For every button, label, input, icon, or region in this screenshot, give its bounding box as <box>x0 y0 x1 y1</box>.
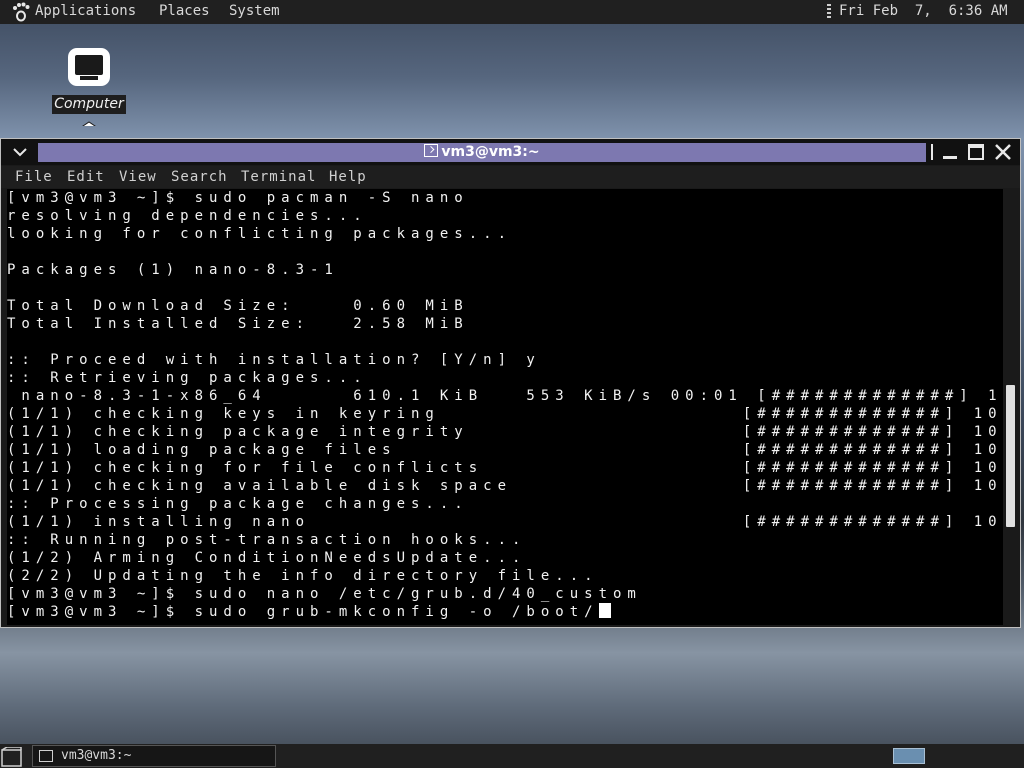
window-menu-chevron-icon[interactable] <box>11 144 29 160</box>
terminal-input-line: [vm3@vm3 ~]$ sudo grub-mkconfig -o /boot… <box>7 604 599 620</box>
terminal-line: :: Running post-transaction hooks... <box>7 532 527 548</box>
places-menu[interactable]: Places <box>159 3 210 19</box>
terminal-line: Total Installed Size: 2.58 MiB <box>7 316 469 332</box>
terminal-line: (1/1) checking available disk space [###… <box>7 478 1003 494</box>
terminal-line: (1/1) loading package files [###########… <box>7 442 1003 458</box>
applications-menu[interactable]: Applications <box>35 3 136 19</box>
panel-handle[interactable] <box>827 4 831 20</box>
terminal-line: looking for conflicting packages... <box>7 226 513 242</box>
minimize-icon[interactable] <box>940 143 960 161</box>
top-panel: Applications Places System Fri Feb 7, 6:… <box>0 0 1024 24</box>
menu-view[interactable]: View <box>119 169 157 185</box>
bottom-panel: vm3@vm3:~ <box>0 744 1024 768</box>
terminal-line: Packages (1) nano-8.3-1 <box>7 262 339 278</box>
scrollbar-thumb[interactable] <box>1006 385 1015 527</box>
clock[interactable]: Fri Feb 7, 6:36 AM <box>839 3 1008 19</box>
terminal-line: (2/2) Updating the info directory file..… <box>7 568 599 584</box>
window-title-text: vm3@vm3:~ <box>441 144 540 160</box>
terminal-line: Total Download Size: 0.60 MiB <box>7 298 469 314</box>
menu-edit[interactable]: Edit <box>67 169 105 185</box>
text-cursor <box>598 603 611 618</box>
terminal-line: (1/1) checking keys in keyring [########… <box>7 406 1003 422</box>
workspace-switcher[interactable] <box>893 748 925 764</box>
taskbar-item-terminal[interactable]: vm3@vm3:~ <box>32 745 276 767</box>
terminal-line: :: Retrieving packages... <box>7 370 368 386</box>
menu-terminal[interactable]: Terminal <box>241 169 316 185</box>
terminal-line: :: Proceed with installation? [Y/n] y <box>7 352 541 368</box>
window-title[interactable]: vm3@vm3:~ <box>38 143 926 162</box>
maximize-icon[interactable] <box>966 143 986 161</box>
taskbar-item-label: vm3@vm3:~ <box>61 748 132 763</box>
terminal-line: [vm3@vm3 ~]$ sudo nano /etc/grub.d/40_cu… <box>7 586 642 602</box>
system-menu[interactable]: System <box>229 3 280 19</box>
window-titlebar[interactable]: vm3@vm3:~ <box>1 139 1020 165</box>
terminal-line: (1/1) checking for file conflicts [#####… <box>7 460 1003 476</box>
terminal-line: [vm3@vm3 ~]$ sudo pacman -S nano <box>7 190 469 206</box>
computer-label: Computer <box>52 95 126 114</box>
terminal-line: (1/1) installing nano [#############] 10… <box>7 514 1003 530</box>
terminal-line: (1/2) Arming ConditionNeedsUpdate... <box>7 550 527 566</box>
terminal-output[interactable]: [vm3@vm3 ~]$ sudo pacman -S nano resolvi… <box>7 189 1003 625</box>
terminal-menubar: File Edit View Search Terminal Help <box>1 166 1020 188</box>
terminal-line: :: Processing package changes... <box>7 496 469 512</box>
gnome-foot-icon[interactable] <box>10 1 32 23</box>
menu-file[interactable]: File <box>15 169 53 185</box>
menu-help[interactable]: Help <box>329 169 367 185</box>
close-icon[interactable] <box>993 143 1013 161</box>
terminal-window: vm3@vm3:~ File Edit View Search Terminal… <box>0 138 1021 628</box>
show-desktop-icon[interactable] <box>1 747 23 767</box>
menu-search[interactable]: Search <box>171 169 228 185</box>
terminal-line: nano-8.3-1-x86_64 610.1 KiB 553 KiB/s 00… <box>7 388 1003 404</box>
terminal-line: resolving dependencies... <box>7 208 368 224</box>
terminal-icon <box>39 750 53 762</box>
computer-icon <box>68 48 110 126</box>
terminal-line: (1/1) checking package integrity [######… <box>7 424 1003 440</box>
terminal-scrollbar[interactable] <box>1005 189 1018 623</box>
terminal-icon <box>424 144 439 157</box>
